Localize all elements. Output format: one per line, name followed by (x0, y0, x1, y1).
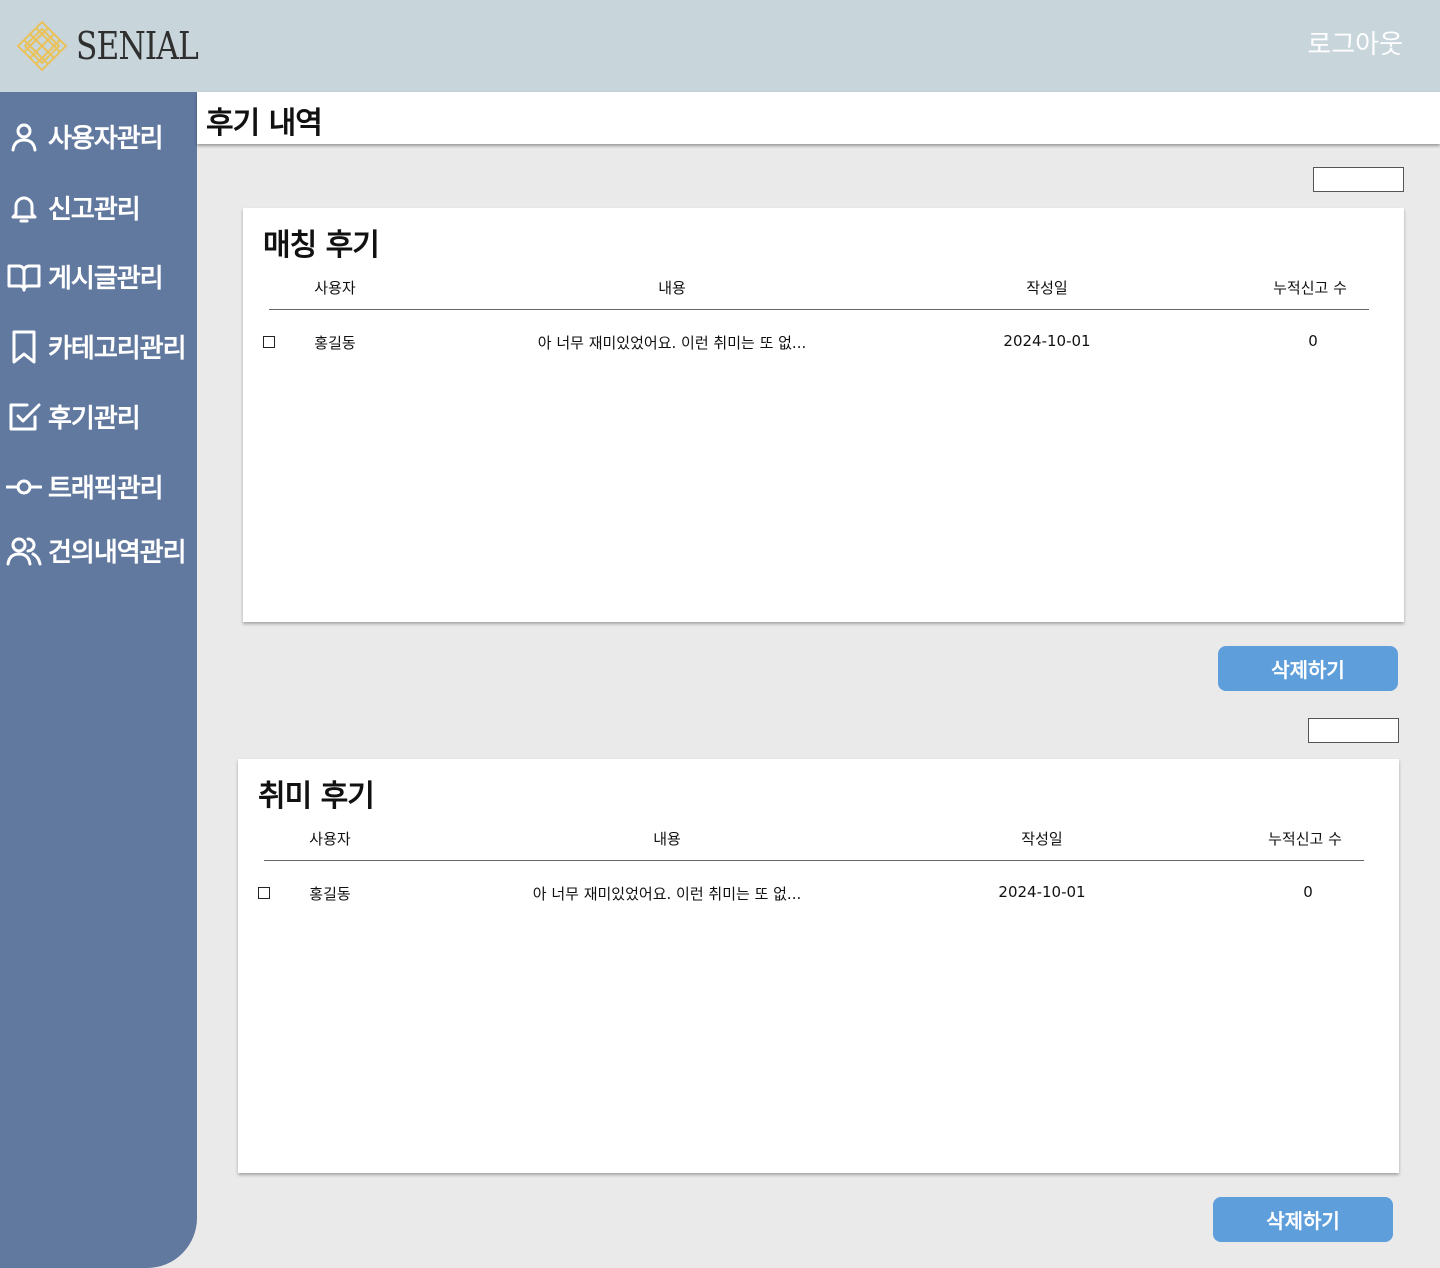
hobby-review-card: 취미 후기 사용자 내용 작성일 누적신고 수 홍길동 아 너무 재미있었어요.… (238, 759, 1399, 1173)
bookmark-icon (6, 329, 42, 365)
row-checkbox[interactable] (258, 887, 270, 899)
book-icon (6, 259, 42, 295)
delete-button[interactable]: 삭제하기 (1213, 1197, 1393, 1242)
sidebar-item-label: 트래픽관리 (48, 474, 164, 504)
column-header-reports: 누적신고 수 (1273, 279, 1347, 297)
row-reports: 0 (1308, 332, 1318, 350)
matching-review-search-input[interactable] (1313, 167, 1404, 192)
column-header-content: 내용 (653, 830, 681, 848)
sidebar-item-suggestions[interactable]: 건의내역관리 (6, 532, 187, 569)
section-title: 취미 후기 (258, 779, 375, 814)
column-header-date: 작성일 (1021, 830, 1063, 848)
sidebar-item-traffic[interactable]: 트래픽관리 (6, 468, 164, 505)
matching-review-card: 매칭 후기 사용자 내용 작성일 누적신고 수 홍길동 아 너무 재미있었어요.… (243, 208, 1404, 622)
section-title: 매칭 후기 (263, 228, 380, 263)
delete-button[interactable]: 삭제하기 (1218, 646, 1398, 691)
title-bar: 후기 내역 (197, 92, 1440, 144)
sidebar-item-reviews[interactable]: 후기관리 (6, 398, 141, 435)
row-date: 2024-10-01 (998, 883, 1086, 901)
sidebar: 사용자관리 신고관리 게시글관리 카테고리관리 후기관리 트래픽관리 건의내역관… (0, 92, 197, 1268)
logo-text: SENIAL (76, 24, 199, 68)
commit-icon (6, 469, 42, 505)
top-bar: SENIAL 로그아웃 (0, 0, 1440, 92)
column-header-user: 사용자 (314, 279, 356, 297)
sidebar-item-label: 카테고리관리 (48, 334, 187, 364)
sidebar-item-label: 신고관리 (48, 195, 141, 225)
user-icon (6, 119, 42, 155)
row-checkbox[interactable] (263, 336, 275, 348)
logout-button[interactable]: 로그아웃 (1307, 24, 1403, 61)
column-header-content: 내용 (658, 279, 686, 297)
sidebar-item-label: 사용자관리 (48, 124, 164, 154)
sidebar-item-categories[interactable]: 카테고리관리 (6, 328, 187, 365)
column-header-reports: 누적신고 수 (1268, 830, 1342, 848)
logo-knot-icon (16, 20, 68, 72)
sidebar-item-label: 건의내역관리 (48, 538, 187, 568)
bell-icon (6, 190, 42, 226)
users-icon (6, 533, 42, 569)
checkbox-icon (6, 399, 42, 435)
row-content: 아 너무 재미있었어요. 이런 취미는 또 없... (532, 885, 802, 903)
row-user: 홍길동 (314, 334, 356, 352)
column-header-user: 사용자 (309, 830, 351, 848)
sidebar-item-users[interactable]: 사용자관리 (6, 118, 164, 155)
header-divider (264, 860, 1364, 861)
hobby-review-search-input[interactable] (1308, 718, 1399, 743)
row-date: 2024-10-01 (1003, 332, 1091, 350)
row-content: 아 너무 재미있었어요. 이런 취미는 또 없... (537, 334, 807, 352)
sidebar-item-label: 후기관리 (48, 404, 141, 434)
header-divider (269, 309, 1369, 310)
sidebar-item-posts[interactable]: 게시글관리 (6, 258, 164, 295)
sidebar-item-reports[interactable]: 신고관리 (6, 189, 141, 226)
page-title: 후기 내역 (206, 106, 323, 141)
row-reports: 0 (1303, 883, 1313, 901)
sidebar-item-label: 게시글관리 (48, 264, 164, 294)
logo[interactable]: SENIAL (16, 20, 225, 72)
row-user: 홍길동 (309, 885, 351, 903)
column-header-date: 작성일 (1026, 279, 1068, 297)
